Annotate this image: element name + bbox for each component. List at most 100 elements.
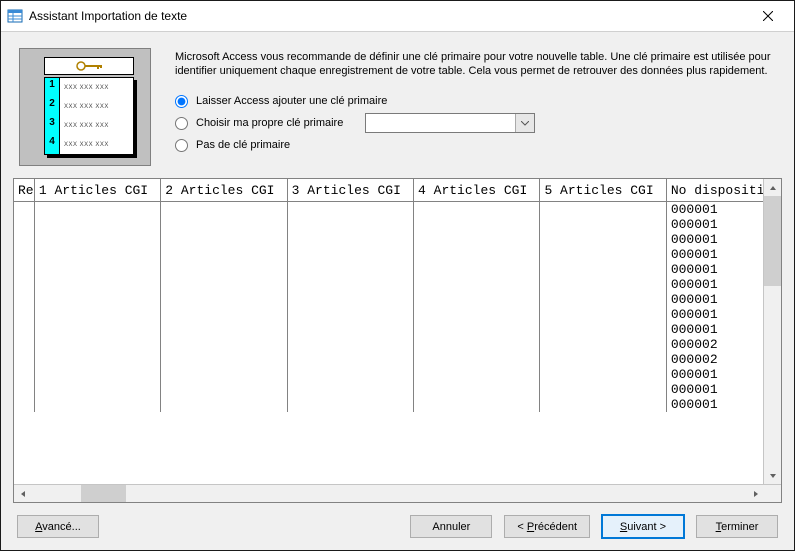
column-header[interactable]: 1 Articles CGI: [34, 179, 160, 202]
column-header[interactable]: 4 Articles CGI: [414, 179, 540, 202]
table-cell: [414, 247, 540, 262]
table-cell: [161, 337, 287, 352]
table-cell: [414, 277, 540, 292]
table-cell: [161, 217, 287, 232]
table-cell: [14, 247, 34, 262]
primary-key-combo-button[interactable]: [515, 114, 534, 132]
table-cell: [287, 202, 413, 218]
table-cell: [287, 232, 413, 247]
table-cell: [34, 322, 160, 337]
table-cell: [14, 262, 34, 277]
option-choose-key-radio[interactable]: [175, 117, 188, 130]
table-row[interactable]: 000001: [14, 247, 781, 262]
table-cell: [287, 382, 413, 397]
vscroll-thumb[interactable]: [764, 196, 781, 286]
table-row[interactable]: 000002: [14, 337, 781, 352]
table-row[interactable]: 000001: [14, 262, 781, 277]
table-row[interactable]: 000001: [14, 277, 781, 292]
table-cell: [540, 397, 666, 412]
table-cell: [287, 367, 413, 382]
table-row[interactable]: 000001: [14, 382, 781, 397]
option-choose-key-label[interactable]: Choisir ma propre clé primaire: [196, 117, 343, 129]
table-row[interactable]: 000002: [14, 352, 781, 367]
table-cell: [161, 322, 287, 337]
column-header[interactable]: 3 Articles CGI: [287, 179, 413, 202]
close-icon: [763, 11, 773, 21]
vscroll-track[interactable]: [764, 196, 781, 467]
table-cell: [14, 217, 34, 232]
scroll-up-icon[interactable]: [764, 179, 781, 196]
grid-viewport: Re1 Articles CGI2 Articles CGI3 Articles…: [14, 179, 781, 484]
table-cell: [161, 277, 287, 292]
table-cell: [540, 337, 666, 352]
table-cell: [414, 307, 540, 322]
table-cell: [34, 292, 160, 307]
hscroll-track[interactable]: [31, 485, 747, 502]
scroll-down-icon[interactable]: [764, 467, 781, 484]
table-cell: [414, 352, 540, 367]
vertical-scrollbar[interactable]: [763, 179, 781, 484]
table-cell: [540, 202, 666, 218]
table-row[interactable]: 000001: [14, 292, 781, 307]
option-no-key-label[interactable]: Pas de clé primaire: [196, 139, 290, 151]
table-row[interactable]: 000001: [14, 322, 781, 337]
table-cell: [14, 337, 34, 352]
table-cell: [540, 307, 666, 322]
back-button[interactable]: < Précédent: [504, 515, 590, 538]
column-header[interactable]: Re: [14, 179, 34, 202]
table-cell: [540, 247, 666, 262]
primary-key-combo[interactable]: [365, 113, 535, 133]
table-cell: [14, 277, 34, 292]
table-row[interactable]: 000001: [14, 217, 781, 232]
table-cell: [540, 367, 666, 382]
titlebar: Assistant Importation de texte: [1, 1, 794, 32]
table-cell: [14, 307, 34, 322]
table-row[interactable]: 000001: [14, 202, 781, 218]
table-cell: [414, 322, 540, 337]
table-cell: [34, 337, 160, 352]
option-auto-key-label[interactable]: Laisser Access ajouter une clé primaire: [196, 95, 387, 107]
close-button[interactable]: [746, 1, 790, 31]
table-row[interactable]: 000001: [14, 367, 781, 382]
advanced-button[interactable]: Avancé...: [17, 515, 99, 538]
data-table: Re1 Articles CGI2 Articles CGI3 Articles…: [14, 179, 781, 412]
scroll-left-icon[interactable]: [14, 485, 31, 502]
table-cell: [414, 262, 540, 277]
table-cell: [34, 232, 160, 247]
header-area: 1XXX XXX XXX 2XXX XXX XXX 3XXX XXX XXX 4…: [13, 42, 782, 176]
table-cell: [540, 277, 666, 292]
description-text: Microsoft Access vous recommande de défi…: [175, 50, 776, 78]
table-row[interactable]: 000001: [14, 232, 781, 247]
table-cell: [14, 232, 34, 247]
hscroll-thumb[interactable]: [81, 485, 126, 502]
table-cell: [287, 352, 413, 367]
next-button[interactable]: Suivant >: [602, 515, 684, 538]
table-cell: [287, 247, 413, 262]
table-cell: [287, 277, 413, 292]
scroll-right-icon[interactable]: [747, 485, 764, 502]
table-row[interactable]: 000001: [14, 397, 781, 412]
table-cell: [14, 367, 34, 382]
table-cell: [287, 217, 413, 232]
finish-button[interactable]: Terminer: [696, 515, 778, 538]
horizontal-scrollbar[interactable]: [14, 484, 781, 502]
column-header[interactable]: 5 Articles CGI: [540, 179, 666, 202]
column-header[interactable]: 2 Articles CGI: [161, 179, 287, 202]
option-auto-key-radio[interactable]: [175, 95, 188, 108]
option-no-key-row: Pas de clé primaire: [175, 134, 776, 156]
table-cell: [414, 202, 540, 218]
table-cell: [287, 337, 413, 352]
option-no-key-radio[interactable]: [175, 139, 188, 152]
table-row[interactable]: 000001: [14, 307, 781, 322]
table-cell: [161, 247, 287, 262]
table-cell: [34, 202, 160, 218]
scroll-corner: [764, 485, 781, 502]
table-cell: [540, 232, 666, 247]
table-cell: [161, 292, 287, 307]
table-cell: [287, 307, 413, 322]
buttons-row: Avancé... Annuler < Précédent Suivant > …: [13, 503, 782, 538]
table-cell: [540, 292, 666, 307]
table-cell: [14, 202, 34, 218]
cancel-button[interactable]: Annuler: [410, 515, 492, 538]
table-cell: [414, 367, 540, 382]
